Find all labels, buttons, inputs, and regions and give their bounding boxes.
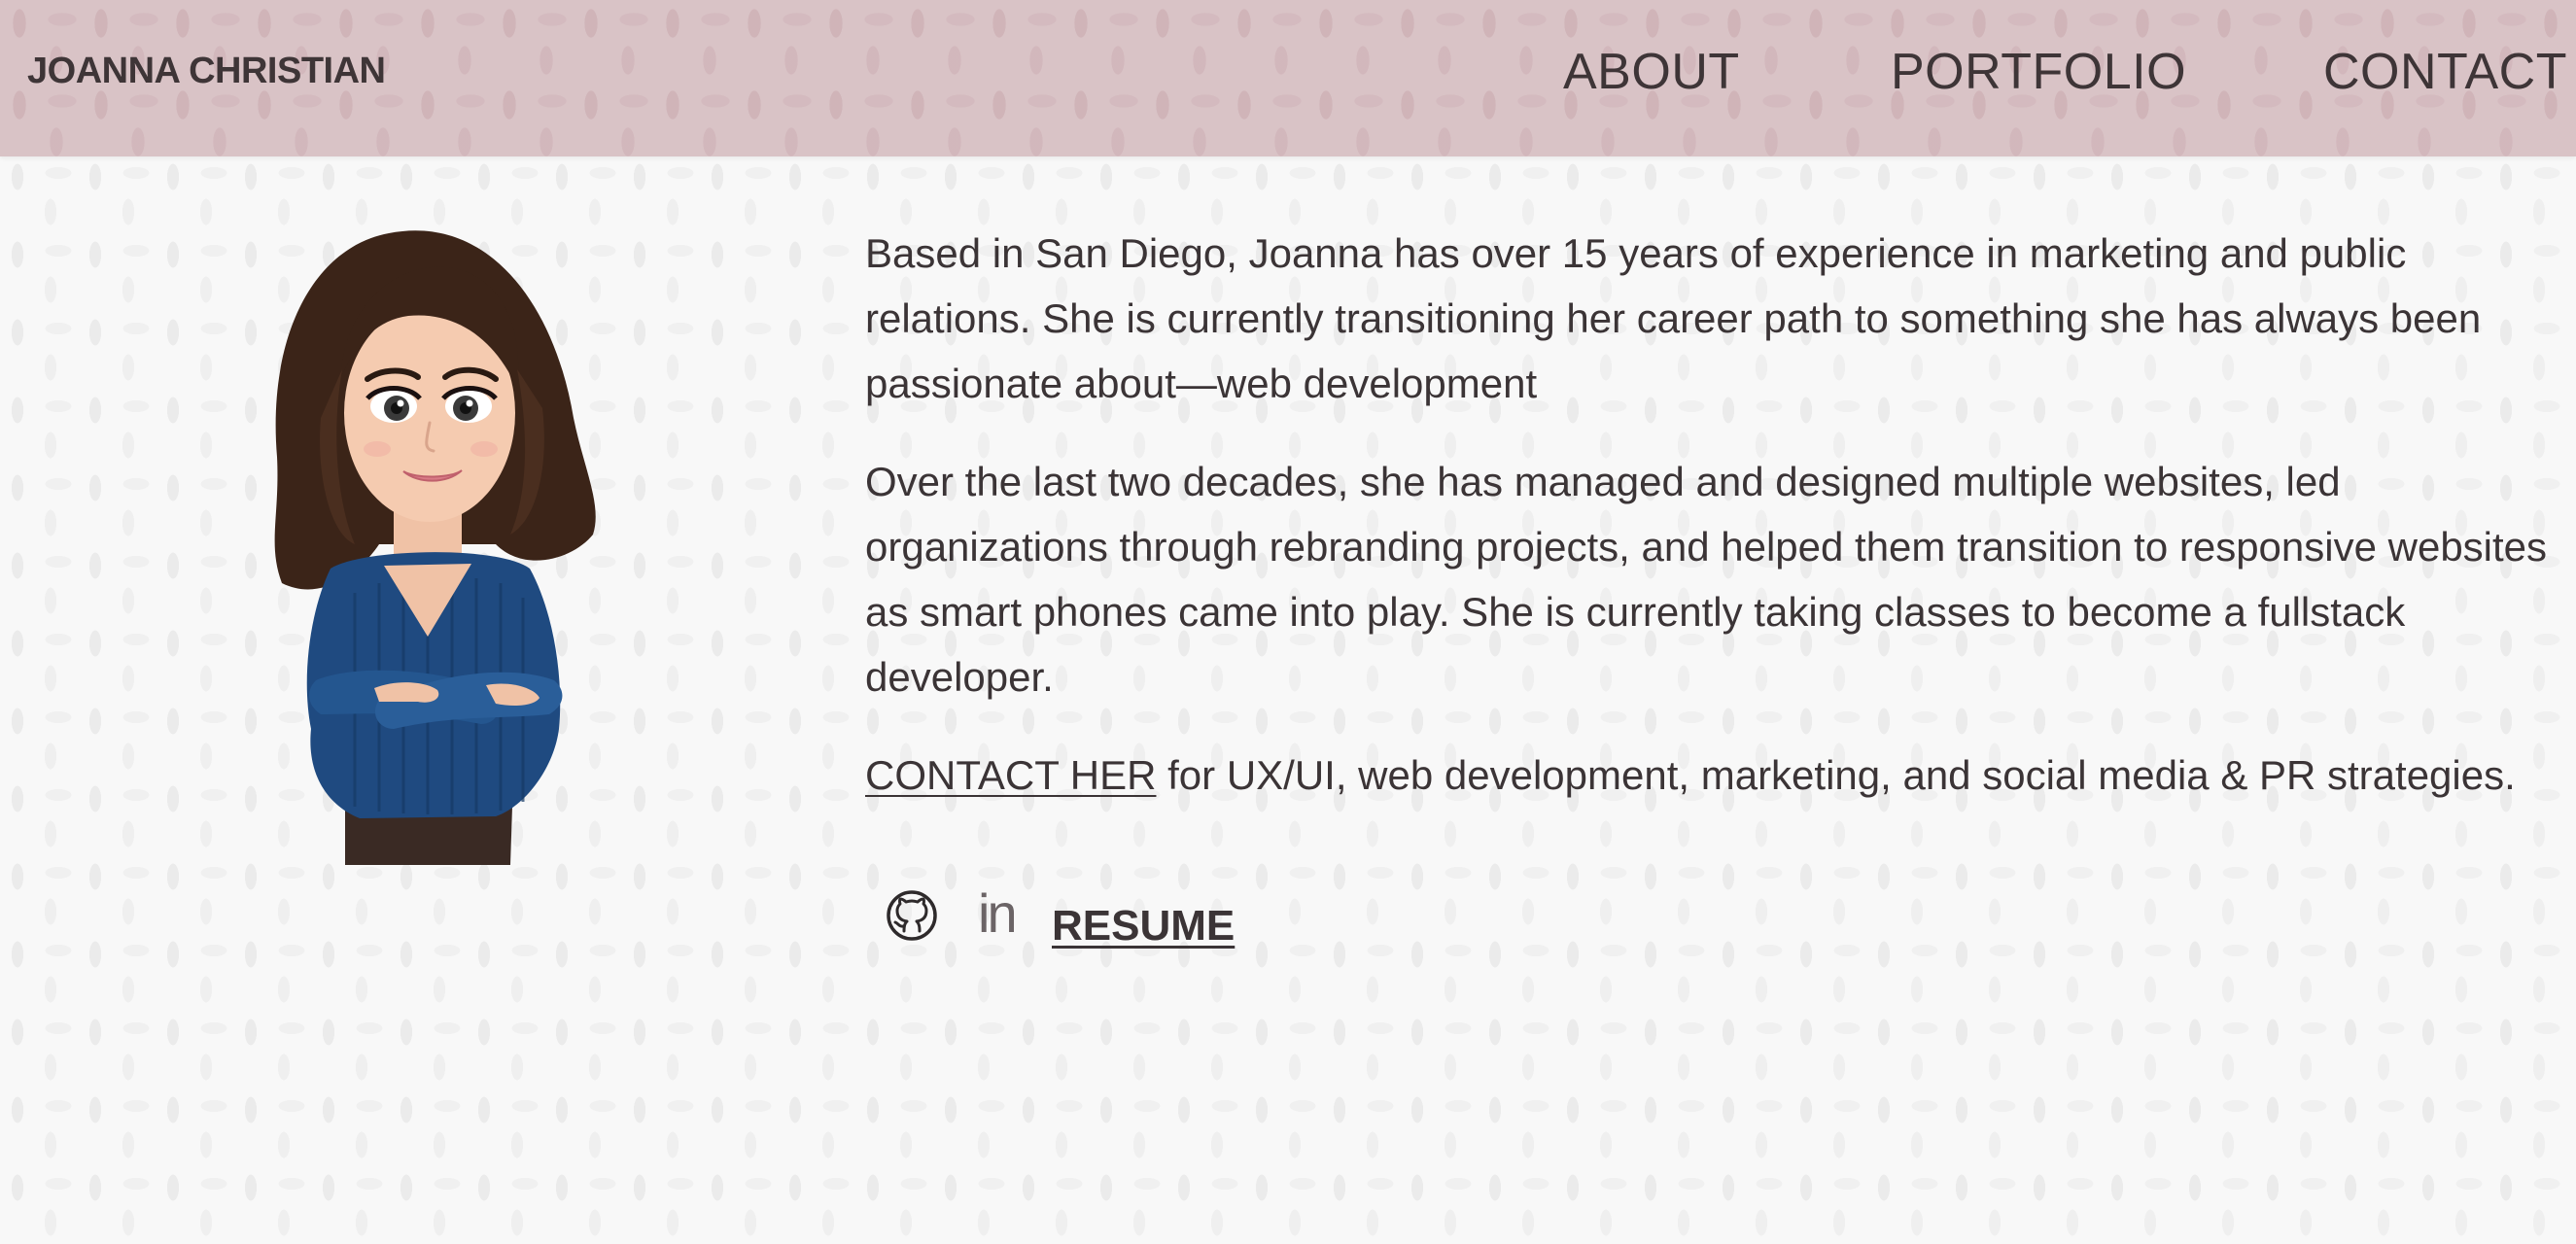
contact-her-link[interactable]: CONTACT HER <box>865 752 1156 798</box>
bio-paragraph-3: CONTACT HER for UX/UI, web development, … <box>865 743 2557 808</box>
resume-link[interactable]: RESUME <box>1052 902 1235 950</box>
linkedin-icon[interactable]: in <box>978 884 1018 943</box>
avatar <box>262 224 612 865</box>
contact-description: for UX/UI, web development, marketing, a… <box>1156 752 2516 798</box>
bio-section: Based in San Diego, Joanna has over 15 y… <box>865 221 2557 841</box>
bio-paragraph-1: Based in San Diego, Joanna has over 15 y… <box>865 230 2482 406</box>
avatar-illustration <box>274 230 596 865</box>
bio-paragraph-2: Over the last two decades, she has manag… <box>865 459 2548 700</box>
nav-portfolio-link[interactable]: PORTFOLIO <box>1891 43 2186 101</box>
site-brand[interactable]: JOANNA CHRISTIAN <box>27 51 386 92</box>
nav-about-link[interactable]: ABOUT <box>1563 43 1740 101</box>
github-icon[interactable] <box>885 888 939 943</box>
nav-contact-link[interactable]: CONTACT <box>2323 43 2567 101</box>
site-header: JOANNA CHRISTIAN ABOUT PORTFOLIO CONTACT <box>0 0 2576 156</box>
